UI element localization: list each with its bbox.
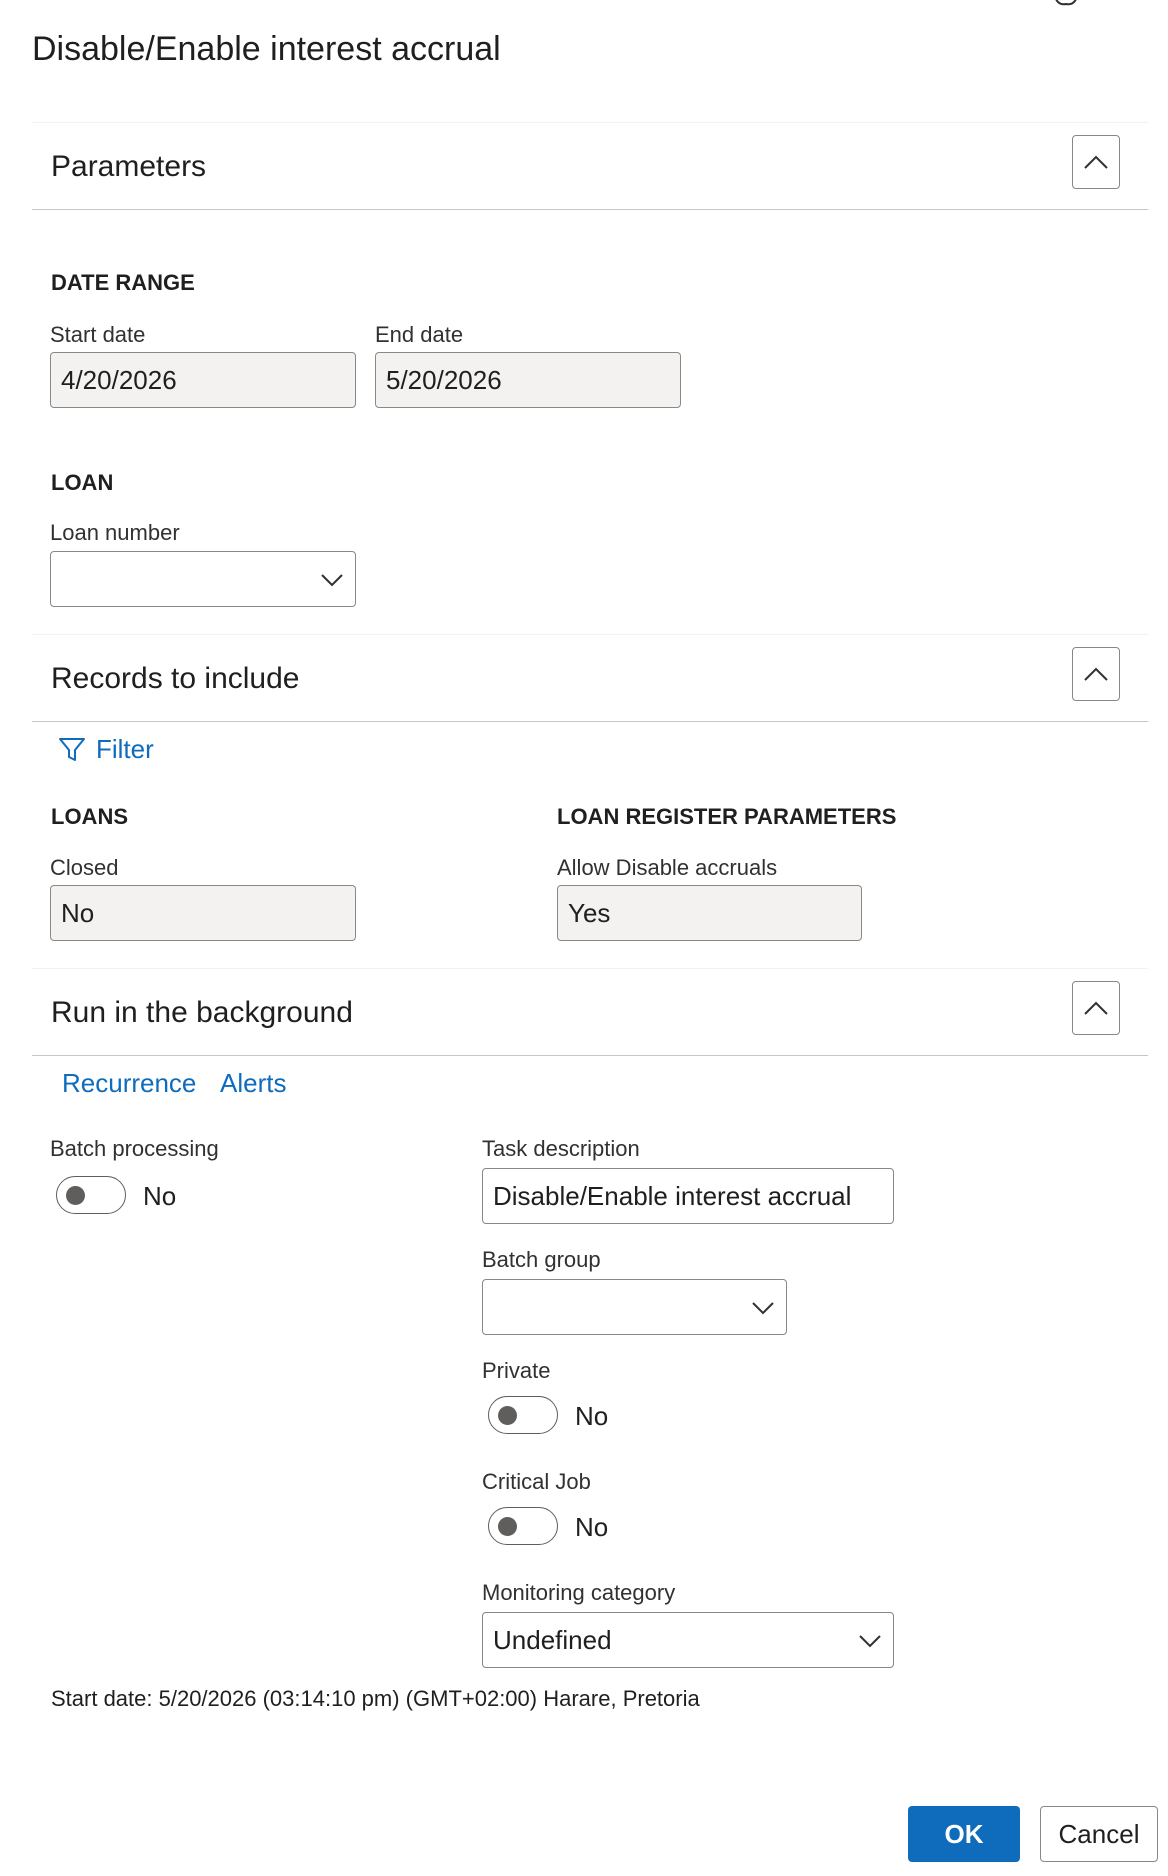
start-date-field[interactable]: 4/20/2026 xyxy=(50,352,356,408)
parameters-collapse-button[interactable] xyxy=(1072,135,1120,189)
end-date-field[interactable]: 5/20/2026 xyxy=(375,352,681,408)
parameters-section-header[interactable]: Parameters xyxy=(32,122,1148,210)
critical-job-value: No xyxy=(575,1512,609,1542)
private-toggle[interactable] xyxy=(488,1396,558,1434)
filter-icon xyxy=(59,737,85,761)
more-icon[interactable] xyxy=(1136,0,1148,14)
chevron-down-icon xyxy=(752,1302,774,1315)
start-date-info: Start date: 5/20/2026 (03:14:10 pm) (GMT… xyxy=(51,1686,700,1711)
end-date-label: End date xyxy=(375,322,464,347)
chevron-up-icon xyxy=(1084,155,1108,169)
task-description-input[interactable]: Disable/Enable interest accrual xyxy=(482,1168,894,1224)
monitoring-category-value: Undefined xyxy=(493,1625,612,1655)
monitoring-category-label: Monitoring category xyxy=(482,1580,676,1605)
records-collapse-button[interactable] xyxy=(1072,647,1120,701)
chevron-down-icon xyxy=(859,1635,881,1648)
loan-number-dropdown[interactable] xyxy=(50,551,356,607)
batch-processing-value: No xyxy=(143,1181,177,1211)
loan-register-group-title: LOAN REGISTER PARAMETERS xyxy=(557,804,897,829)
batch-group-dropdown[interactable] xyxy=(482,1279,787,1335)
filter-button[interactable]: Filter xyxy=(58,734,154,765)
private-label: Private xyxy=(482,1358,551,1383)
background-section-header[interactable]: Run in the background xyxy=(32,968,1148,1056)
ok-button[interactable]: OK xyxy=(908,1806,1020,1862)
closed-label: Closed xyxy=(50,855,119,880)
private-value: No xyxy=(575,1401,609,1431)
parameters-heading: Parameters xyxy=(51,150,207,183)
copilot-icon[interactable] xyxy=(1050,0,1090,14)
critical-job-label: Critical Job xyxy=(482,1469,591,1494)
allow-disable-accruals-label: Allow Disable accruals xyxy=(557,855,778,880)
task-description-label: Task description xyxy=(482,1136,640,1161)
date-range-group-title: DATE RANGE xyxy=(51,270,195,295)
tab-recurrence[interactable]: Recurrence xyxy=(62,1068,196,1099)
start-date-label: Start date xyxy=(50,322,146,347)
cancel-button[interactable]: Cancel xyxy=(1040,1806,1158,1862)
critical-job-toggle[interactable] xyxy=(488,1507,558,1545)
batch-group-label: Batch group xyxy=(482,1247,601,1272)
closed-field[interactable]: No xyxy=(50,885,356,941)
loan-number-label: Loan number xyxy=(50,520,180,545)
loans-group-title: LOANS xyxy=(51,804,128,829)
records-section-header[interactable]: Records to include xyxy=(32,634,1148,722)
batch-processing-label: Batch processing xyxy=(50,1136,219,1161)
monitoring-category-dropdown[interactable]: Undefined xyxy=(482,1612,894,1668)
background-heading: Run in the background xyxy=(51,996,353,1029)
background-collapse-button[interactable] xyxy=(1072,981,1120,1035)
dialog-title: Disable/Enable interest accrual xyxy=(32,30,501,68)
chevron-down-icon xyxy=(321,574,343,587)
tab-alerts[interactable]: Alerts xyxy=(220,1068,286,1099)
filter-label: Filter xyxy=(96,734,154,764)
allow-disable-accruals-field[interactable]: Yes xyxy=(557,885,862,941)
chevron-up-icon xyxy=(1084,1001,1108,1015)
chevron-up-icon xyxy=(1084,667,1108,681)
records-heading: Records to include xyxy=(51,662,300,695)
loan-group-title: LOAN xyxy=(51,470,114,495)
batch-processing-toggle[interactable] xyxy=(56,1176,126,1214)
